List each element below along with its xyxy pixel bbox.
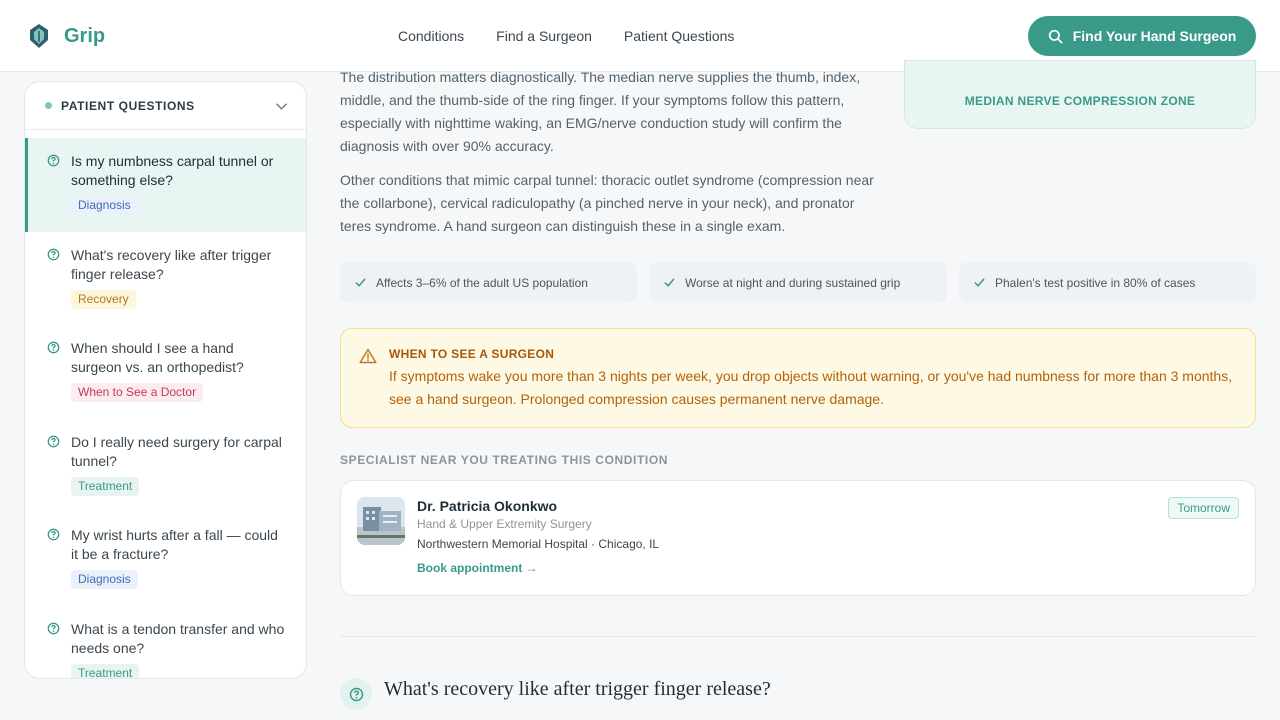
warning-callout: WHEN TO SEE A SURGEON If symptoms wake y… (340, 328, 1256, 428)
status-dot (45, 102, 52, 109)
question-circle-icon (47, 622, 60, 635)
check-icon (974, 278, 985, 287)
question-text: When should I see a hand surgeon vs. an … (71, 340, 244, 375)
diagram-caption: MEDIAN NERVE COMPRESSION ZONE (964, 94, 1196, 108)
specialist-section-label: SPECIALIST NEAR YOU TREATING THIS CONDIT… (340, 453, 669, 467)
warning-triangle-icon (359, 348, 377, 364)
question-text: What's recovery like after trigger finge… (71, 247, 272, 282)
question-circle-icon (47, 248, 60, 261)
brand-logo[interactable]: Grip (28, 22, 105, 50)
question-text: What is a tendon transfer and who needs … (71, 621, 285, 656)
sidebar-question-item[interactable]: What's recovery like after trigger finge… (25, 232, 306, 325)
check-icon (355, 278, 366, 287)
answer-paragraph-2: Other conditions that mimic carpal tunne… (340, 172, 874, 234)
specialist-card[interactable]: Dr. Patricia Okonkwo Hand & Upper Extrem… (340, 480, 1256, 596)
question-circle-icon (47, 341, 60, 354)
question-circle-icon (349, 687, 363, 701)
main-nav: Conditions Find a Surgeon Patient Questi… (398, 27, 766, 45)
stat-text: Phalen's test positive in 80% of cases (995, 275, 1196, 290)
brand-name: Grip (64, 25, 106, 47)
question-circle-icon (47, 528, 60, 541)
next-question-heading[interactable]: What's recovery like after trigger finge… (384, 678, 771, 701)
nav-link-conditions[interactable]: Conditions (398, 27, 464, 45)
category-tag: Diagnosis (71, 196, 138, 215)
hospital-photo (357, 497, 405, 545)
find-surgeon-button[interactable]: Find Your Hand Surgeon (1028, 16, 1256, 56)
stat-chip: Phalen's test positive in 80% of cases (959, 262, 1256, 303)
sidebar-title: PATIENT QUESTIONS (61, 98, 195, 113)
check-icon (664, 278, 675, 287)
question-text: My wrist hurts after a fall — could it b… (71, 527, 278, 562)
stat-chip: Affects 3–6% of the adult US population (340, 262, 637, 303)
sidebar-question-item[interactable]: My wrist hurts after a fall — could it b… (25, 512, 306, 606)
category-tag: Treatment (71, 477, 140, 496)
sidebar-header[interactable]: PATIENT QUESTIONS (25, 82, 306, 130)
stat-chip: Worse at night and during sustained grip (649, 262, 947, 303)
stat-text: Affects 3–6% of the adult US population (376, 275, 588, 290)
question-badge (340, 678, 372, 710)
question-circle-icon (47, 435, 60, 448)
specialist-name: Dr. Patricia Okonkwo (417, 498, 558, 514)
sidebar-question-item[interactable]: When should I see a hand surgeon vs. an … (25, 325, 306, 419)
search-icon (1048, 29, 1063, 43)
book-appointment-link[interactable]: Book appointment → (417, 561, 538, 575)
nerve-diagram-panel: MEDIAN NERVE COMPRESSION ZONE (904, 60, 1256, 129)
specialist-specialty: Hand & Upper Extremity Surgery (417, 517, 592, 531)
question-circle-icon (47, 154, 60, 167)
sidebar-question-item[interactable]: Do I really need surgery for carpal tunn… (25, 419, 306, 512)
chevron-down-icon[interactable] (275, 100, 288, 113)
sidebar-question-item[interactable]: Is my numbness carpal tunnel or somethin… (25, 138, 306, 232)
section-divider (340, 636, 1256, 637)
stat-text: Worse at night and during sustained grip (685, 275, 901, 290)
category-tag: Recovery (71, 290, 136, 309)
specialist-hospital: Northwestern Memorial Hospital · Chicago… (417, 537, 660, 551)
category-tag: Diagnosis (71, 570, 138, 589)
category-tag: When to See a Doctor (71, 383, 204, 402)
warning-text: If symptoms wake you more than 3 nights … (389, 368, 1233, 407)
availability-badge: Tomorrow (1168, 497, 1239, 519)
warning-title: WHEN TO SEE A SURGEON (389, 347, 555, 361)
sidebar-question-item[interactable]: What is a tendon transfer and who needs … (25, 606, 306, 678)
find-surgeon-button-label: Find Your Hand Surgeon (1072, 28, 1237, 44)
nav-link-find-surgeon[interactable]: Find a Surgeon (496, 27, 592, 45)
patient-questions-sidebar: PATIENT QUESTIONS Is my numbness carpal … (24, 81, 307, 679)
question-text: Is my numbness carpal tunnel or somethin… (71, 153, 274, 188)
grip-logo-icon (30, 24, 48, 48)
nav-link-patient-questions[interactable]: Patient Questions (624, 27, 735, 45)
answer-paragraph-1: The distribution matters diagnostically.… (340, 69, 861, 154)
category-tag: Treatment (71, 664, 140, 678)
question-text: Do I really need surgery for carpal tunn… (71, 434, 282, 469)
